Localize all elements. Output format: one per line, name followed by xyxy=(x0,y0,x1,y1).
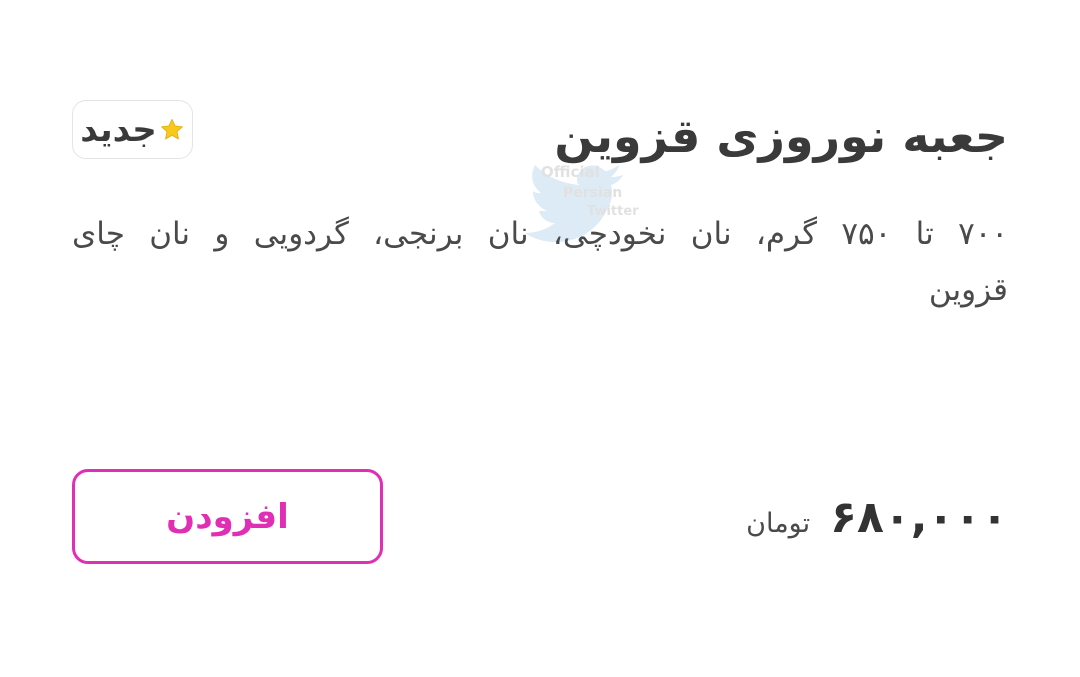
add-to-cart-button[interactable]: افزودن xyxy=(72,469,383,564)
new-badge: جدید xyxy=(72,100,193,159)
watermark-line-2: Persian xyxy=(563,185,622,201)
price: ۶۸۰,۰۰۰ تومان xyxy=(746,490,1008,550)
product-description: ۷۰۰ تا ۷۵۰ گرم، نان نخودچی، نان برنجی، گ… xyxy=(72,216,1009,308)
price-currency: تومان xyxy=(746,508,811,539)
badge-label: جدید xyxy=(80,109,157,150)
product-card: Official Persian Twitter جعبه نوروزی قزو… xyxy=(0,0,1080,677)
star-icon xyxy=(160,118,183,139)
price-amount: ۶۸۰,۰۰۰ xyxy=(830,492,1008,543)
product-title: جعبه نوروزی قزوین xyxy=(554,109,1008,163)
add-button-label: افزودن xyxy=(166,496,289,537)
